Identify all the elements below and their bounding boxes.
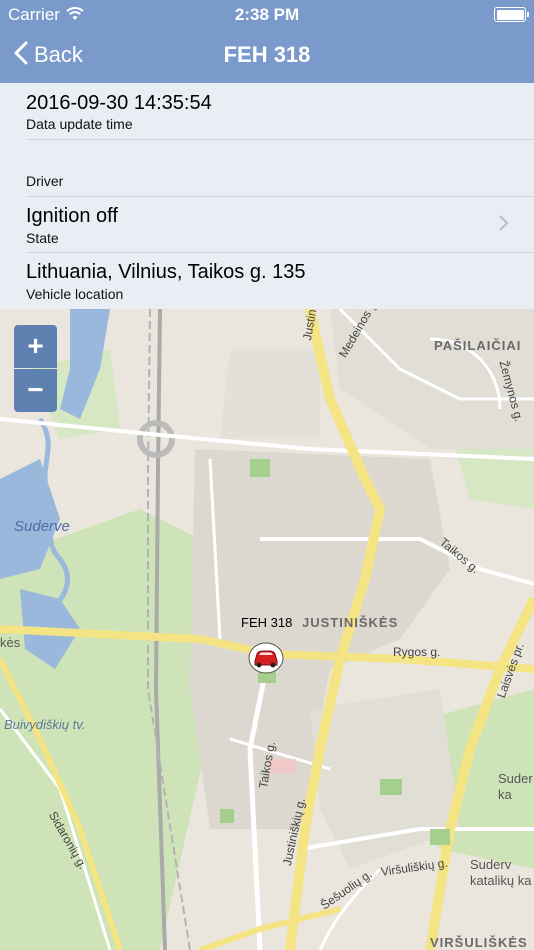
chevron-right-icon xyxy=(499,215,509,236)
driver-row: Driver xyxy=(0,140,534,197)
zoom-in-button[interactable]: + xyxy=(14,325,57,368)
map-label-district: PAŠILAIČIAI xyxy=(434,338,522,353)
vehicle-details: 2016-09-30 14:35:54 Data update time Dri… xyxy=(0,83,534,309)
status-time: 2:38 PM xyxy=(234,5,300,24)
map-view[interactable]: + − PAŠILAIČIAI JUSTINIŠKĖS Justiniški M… xyxy=(0,309,534,950)
status-bar: Carrier 2:38 PM xyxy=(0,0,534,30)
battery-icon xyxy=(494,7,529,22)
update-time-row: 2016-09-30 14:35:54 Data update time xyxy=(0,83,534,140)
update-time-label: Data update time xyxy=(26,116,133,132)
state-value: Ignition off xyxy=(26,205,118,227)
location-value: Lithuania, Vilnius, Taikos g. 135 xyxy=(26,261,306,283)
location-label: Vehicle location xyxy=(26,286,124,302)
zoom-out-button[interactable]: − xyxy=(14,369,57,412)
map-label-place: kės xyxy=(0,635,21,650)
location-row: Lithuania, Vilnius, Taikos g. 135 Vehicl… xyxy=(0,253,534,309)
vehicle-marker-label: FEH 318 xyxy=(241,615,293,630)
map-label-place: Buivydiškių tv. xyxy=(4,717,86,732)
driver-label: Driver xyxy=(26,173,64,189)
map-label-place: Suderv katalikų ka xyxy=(470,857,532,888)
page-title: FEH 318 xyxy=(223,42,311,67)
state-row[interactable]: Ignition off State xyxy=(0,197,534,253)
navigation-bar: Carrier 2:38 PM Back FEH 318 xyxy=(0,0,534,83)
map-label-street: Rygos g. xyxy=(393,645,441,659)
map-label-district: JUSTINIŠKĖS xyxy=(302,615,399,630)
map-label-place: Suder ka xyxy=(498,771,533,802)
update-time-value: 2016-09-30 14:35:54 xyxy=(26,92,212,114)
map-label-district: VIRŠULIŠKĖS xyxy=(430,935,528,950)
map-label-water: Suderve xyxy=(14,518,70,535)
state-label: State xyxy=(26,230,59,246)
